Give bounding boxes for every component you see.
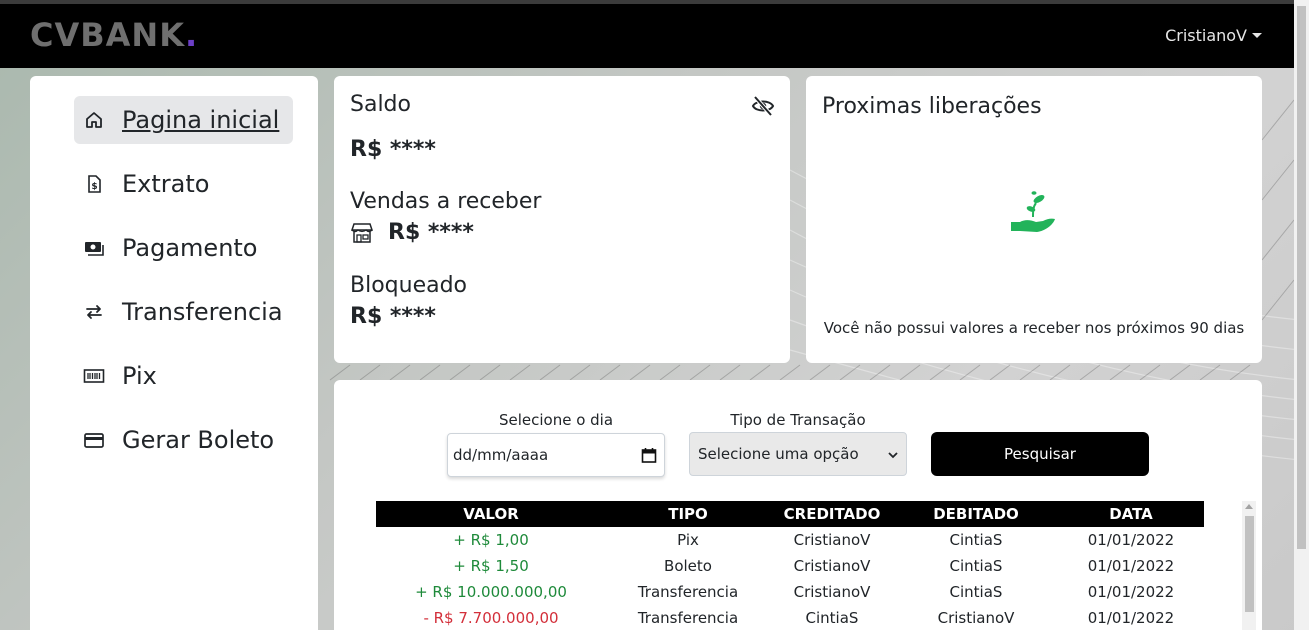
cell-valor: + R$ 1,50: [453, 557, 529, 575]
receipt-icon: $: [82, 172, 106, 196]
user-menu-dropdown[interactable]: CristianoV: [1165, 26, 1262, 45]
table-row: + R$ 1,50 Boleto CristianoV CintiaS 01/0…: [376, 553, 1204, 579]
sidebar-item-transferencia[interactable]: Transferencia: [74, 288, 297, 336]
sidebar-item-extrato[interactable]: $ Extrato: [74, 160, 223, 208]
cell-data: 01/01/2022: [1087, 531, 1175, 549]
calendar-icon[interactable]: [641, 447, 657, 463]
table-row: - R$ 7.700.000,00 Transferencia CintiaS …: [376, 605, 1204, 630]
cell-creditado: CristianoV: [793, 531, 871, 549]
cell-data: 01/01/2022: [1087, 609, 1175, 627]
column-header-creditado: CREDITADO: [770, 501, 894, 527]
scroll-up-arrow-icon[interactable]: [1245, 504, 1253, 509]
cell-data: 01/01/2022: [1087, 557, 1175, 575]
page-scrollbar-thumb[interactable]: [1297, 6, 1306, 549]
cell-valor: + R$ 1,00: [453, 531, 529, 549]
bloqueado-label: Bloqueado: [350, 273, 468, 298]
bloqueado-value: R$ ****: [350, 304, 436, 329]
transactions-table: VALOR TIPO CREDITADO DEBITADO DATA + R$ …: [376, 501, 1204, 630]
cell-debitado: CristianoV: [937, 609, 1015, 627]
svg-text:$: $: [91, 182, 97, 192]
column-header-valor: VALOR: [376, 501, 606, 527]
store-icon: [350, 223, 374, 243]
type-label: Tipo de Transação: [730, 411, 866, 429]
cell-valor: + R$ 10.000.000,00: [415, 583, 567, 601]
sidebar-item-pix[interactable]: Pix: [74, 352, 171, 400]
saldo-value: R$ ****: [350, 137, 436, 162]
cell-debitado: CintiaS: [949, 531, 1003, 549]
column-header-data: DATA: [1058, 501, 1204, 527]
cell-creditado: CristianoV: [793, 583, 871, 601]
transactions-card: Selecione o dia dd/mm/aaaa Tipo de Trans…: [334, 380, 1262, 630]
sidebar-item-pagina-inicial[interactable]: Pagina inicial: [74, 96, 294, 144]
sidebar-item-pagamento[interactable]: Pagamento: [74, 224, 272, 272]
table-header-row: VALOR TIPO CREDITADO DEBITADO DATA: [376, 501, 1204, 527]
brand-name: CVBANK: [30, 16, 185, 54]
transaction-type-select[interactable]: Selecione uma opção: [689, 432, 907, 476]
table-scrollbar-thumb[interactable]: [1245, 516, 1254, 612]
saldo-label: Saldo: [350, 92, 411, 117]
upcoming-releases-card: Proximas liberações Você não possui valo…: [806, 76, 1262, 363]
home-icon: [82, 108, 106, 132]
cell-tipo: Transferencia: [637, 583, 739, 601]
eye-slash-icon[interactable]: [751, 95, 775, 117]
cash-icon: [82, 236, 106, 260]
date-placeholder: dd/mm/aaaa: [453, 446, 549, 464]
cell-debitado: CintiaS: [949, 583, 1003, 601]
table-row: + R$ 1,00 Pix CristianoV CintiaS 01/01/2…: [376, 527, 1204, 553]
search-button[interactable]: Pesquisar: [931, 432, 1149, 476]
sidebar-item-label: Pix: [122, 362, 157, 390]
column-header-tipo: TIPO: [606, 501, 770, 527]
sidebar-item-label: Pagamento: [122, 234, 258, 262]
barcode-icon: [82, 364, 106, 388]
releases-title: Proximas liberações: [822, 94, 1042, 119]
cell-data: 01/01/2022: [1087, 583, 1175, 601]
vendas-label: Vendas a receber: [350, 189, 542, 214]
select-value: Selecione uma opção: [698, 445, 859, 463]
hand-holding-plant-icon: [1011, 191, 1055, 232]
date-input[interactable]: dd/mm/aaaa: [447, 433, 665, 477]
user-name: CristianoV: [1165, 26, 1247, 45]
cell-debitado: CintiaS: [949, 557, 1003, 575]
sidebar: Pagina inicial $ Extrato Pagamento Trans…: [30, 76, 318, 630]
caret-down-icon: [1252, 33, 1262, 38]
transfer-arrows-icon: [82, 300, 106, 324]
sidebar-item-label: Transferencia: [122, 298, 283, 326]
sidebar-item-label: Pagina inicial: [122, 106, 280, 134]
chevron-down-icon: [888, 452, 898, 459]
date-label: Selecione o dia: [498, 411, 614, 429]
cell-tipo: Boleto: [664, 557, 712, 575]
table-row: + R$ 10.000.000,00 Transferencia Cristia…: [376, 579, 1204, 605]
vendas-value: R$ ****: [388, 220, 474, 245]
cell-tipo: Pix: [677, 531, 699, 549]
sidebar-item-label: Gerar Boleto: [122, 426, 275, 454]
table-scrollbar[interactable]: [1242, 501, 1256, 630]
releases-empty-message: Você não possui valores a receber nos pr…: [823, 319, 1245, 337]
top-navbar: CVBANK. CristianoV: [0, 0, 1294, 68]
balance-card: Saldo R$ **** Vendas a receber R$ **** B…: [334, 76, 790, 363]
column-header-debitado: DEBITADO: [894, 501, 1058, 527]
brand-dot: .: [184, 16, 199, 54]
credit-card-icon: [82, 428, 106, 452]
sidebar-item-gerar-boleto[interactable]: Gerar Boleto: [74, 416, 288, 464]
cell-tipo: Transferencia: [637, 609, 739, 627]
page-scrollbar[interactable]: [1294, 0, 1309, 630]
brand-logo[interactable]: CVBANK.: [30, 16, 198, 54]
cell-valor: - R$ 7.700.000,00: [423, 609, 559, 627]
cell-creditado: CristianoV: [793, 557, 871, 575]
sidebar-item-label: Extrato: [122, 170, 210, 198]
cell-creditado: CintiaS: [805, 609, 859, 627]
